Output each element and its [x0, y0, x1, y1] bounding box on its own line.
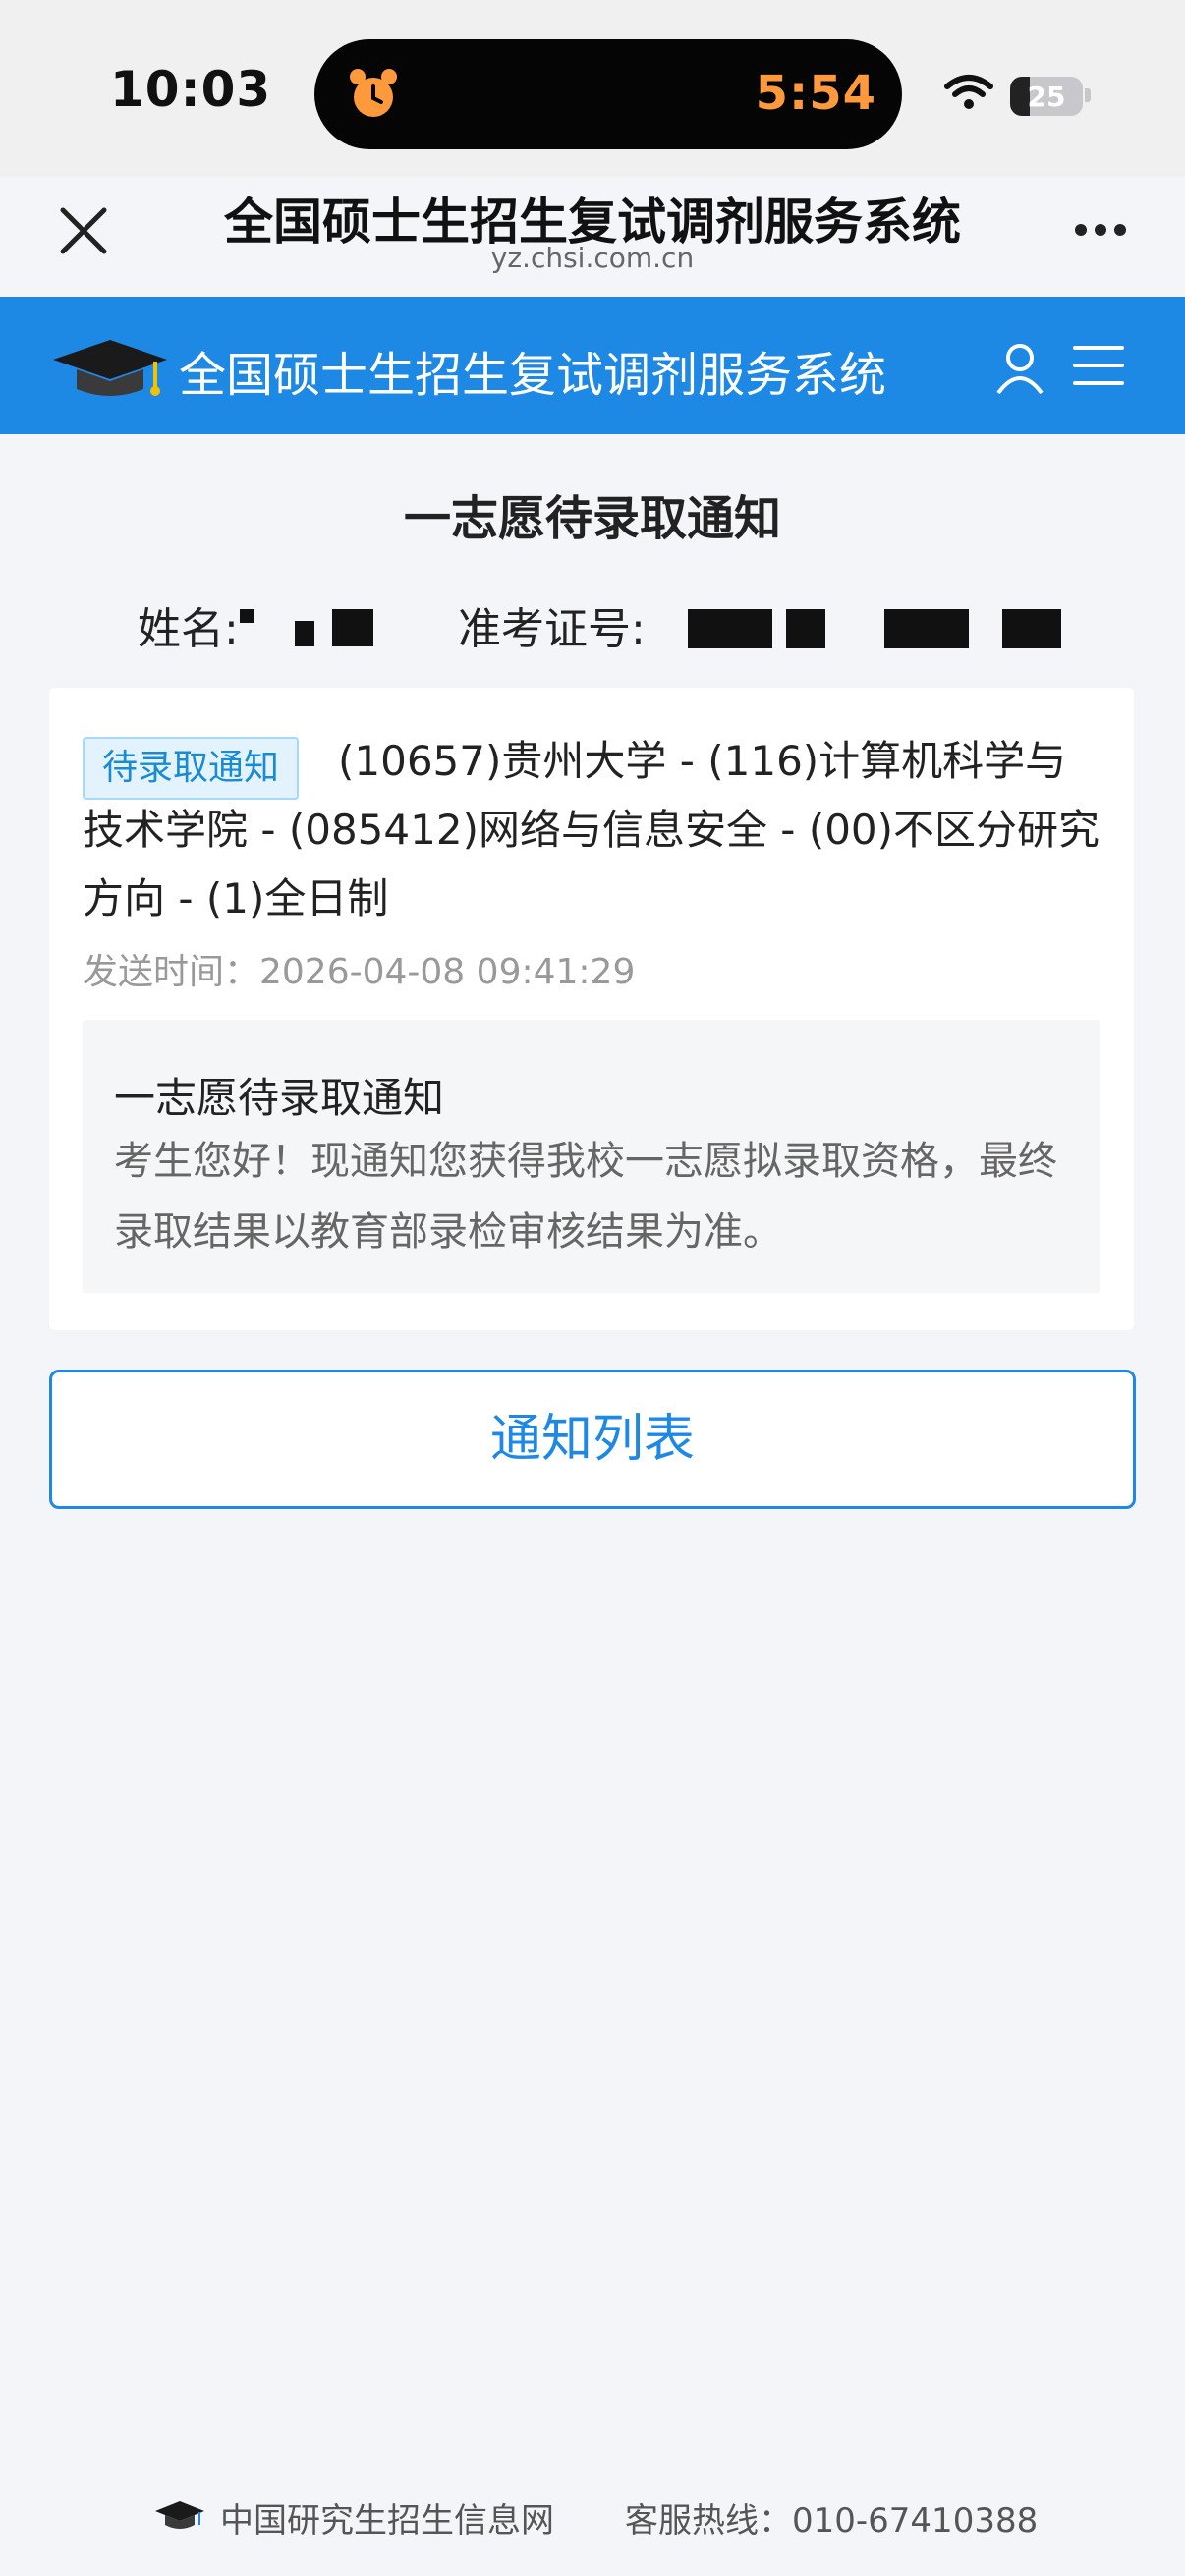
- page-heading: 一志愿待录取通知: [403, 491, 781, 546]
- status-badge: 待录取通知: [83, 737, 300, 800]
- notice-body: 考生您好！现通知您获得我校一志愿拟录取资格，最终录取结果以教育部录检审核结果为准…: [114, 1139, 1057, 1255]
- notice-title: 一志愿待录取通知: [114, 1074, 445, 1122]
- battery-icon: 25: [1010, 77, 1083, 116]
- battery-level: 25: [1027, 81, 1066, 113]
- hamburger-menu-icon[interactable]: [1073, 342, 1132, 391]
- notice-list-button[interactable]: 通知列表: [49, 1370, 1136, 1509]
- exam-id-redaction: [1002, 609, 1061, 648]
- user-icon[interactable]: [992, 340, 1047, 395]
- name-redaction: [332, 609, 373, 646]
- footer-site-link[interactable]: 中国研究生招生信息网: [220, 2493, 554, 2542]
- name-label: 姓名:: [138, 604, 239, 654]
- status-bar: 10:03 5:54 25 全国硕士生招生复试调剂服务系统 yz.chsi.co…: [0, 0, 1185, 274]
- notice-content-box: 一志愿待录取通知 考生您好！现通知您获得我校一志愿拟录取资格，最终录取结果以教育…: [83, 1020, 1100, 1293]
- exam-id-redaction: [786, 609, 825, 648]
- dynamic-island[interactable]: 5:54: [314, 39, 902, 149]
- battery-tip: [1085, 88, 1091, 102]
- name-redaction: [240, 609, 254, 623]
- app-title: 全国硕士生招生复试调剂服务系统: [179, 348, 887, 403]
- exam-id-redaction: [884, 609, 969, 648]
- graduation-cap-icon: [155, 2501, 204, 2529]
- more-options-button[interactable]: [1067, 218, 1136, 238]
- notification-card[interactable]: (10657)贵州大学 - (116)计算机科学与技术学院 - (085412)…: [49, 688, 1134, 1330]
- alarm-clock-icon: [350, 69, 397, 117]
- exam-id-label: 准考证号:: [458, 604, 646, 654]
- timer-countdown: 5:54: [755, 66, 876, 121]
- app-header: 全国硕士生招生复试调剂服务系统: [0, 297, 1185, 434]
- footer-hotline: 客服热线：010-67410388: [625, 2501, 1039, 2541]
- graduation-cap-icon: [53, 340, 167, 396]
- status-time: 10:03: [110, 61, 272, 118]
- wifi-icon: [944, 75, 993, 109]
- browser-url: yz.chsi.com.cn: [490, 242, 695, 274]
- exam-id-redaction: [688, 609, 772, 648]
- send-time: 发送时间：2026-04-08 09:41:29: [83, 952, 636, 992]
- name-redaction: [295, 621, 314, 646]
